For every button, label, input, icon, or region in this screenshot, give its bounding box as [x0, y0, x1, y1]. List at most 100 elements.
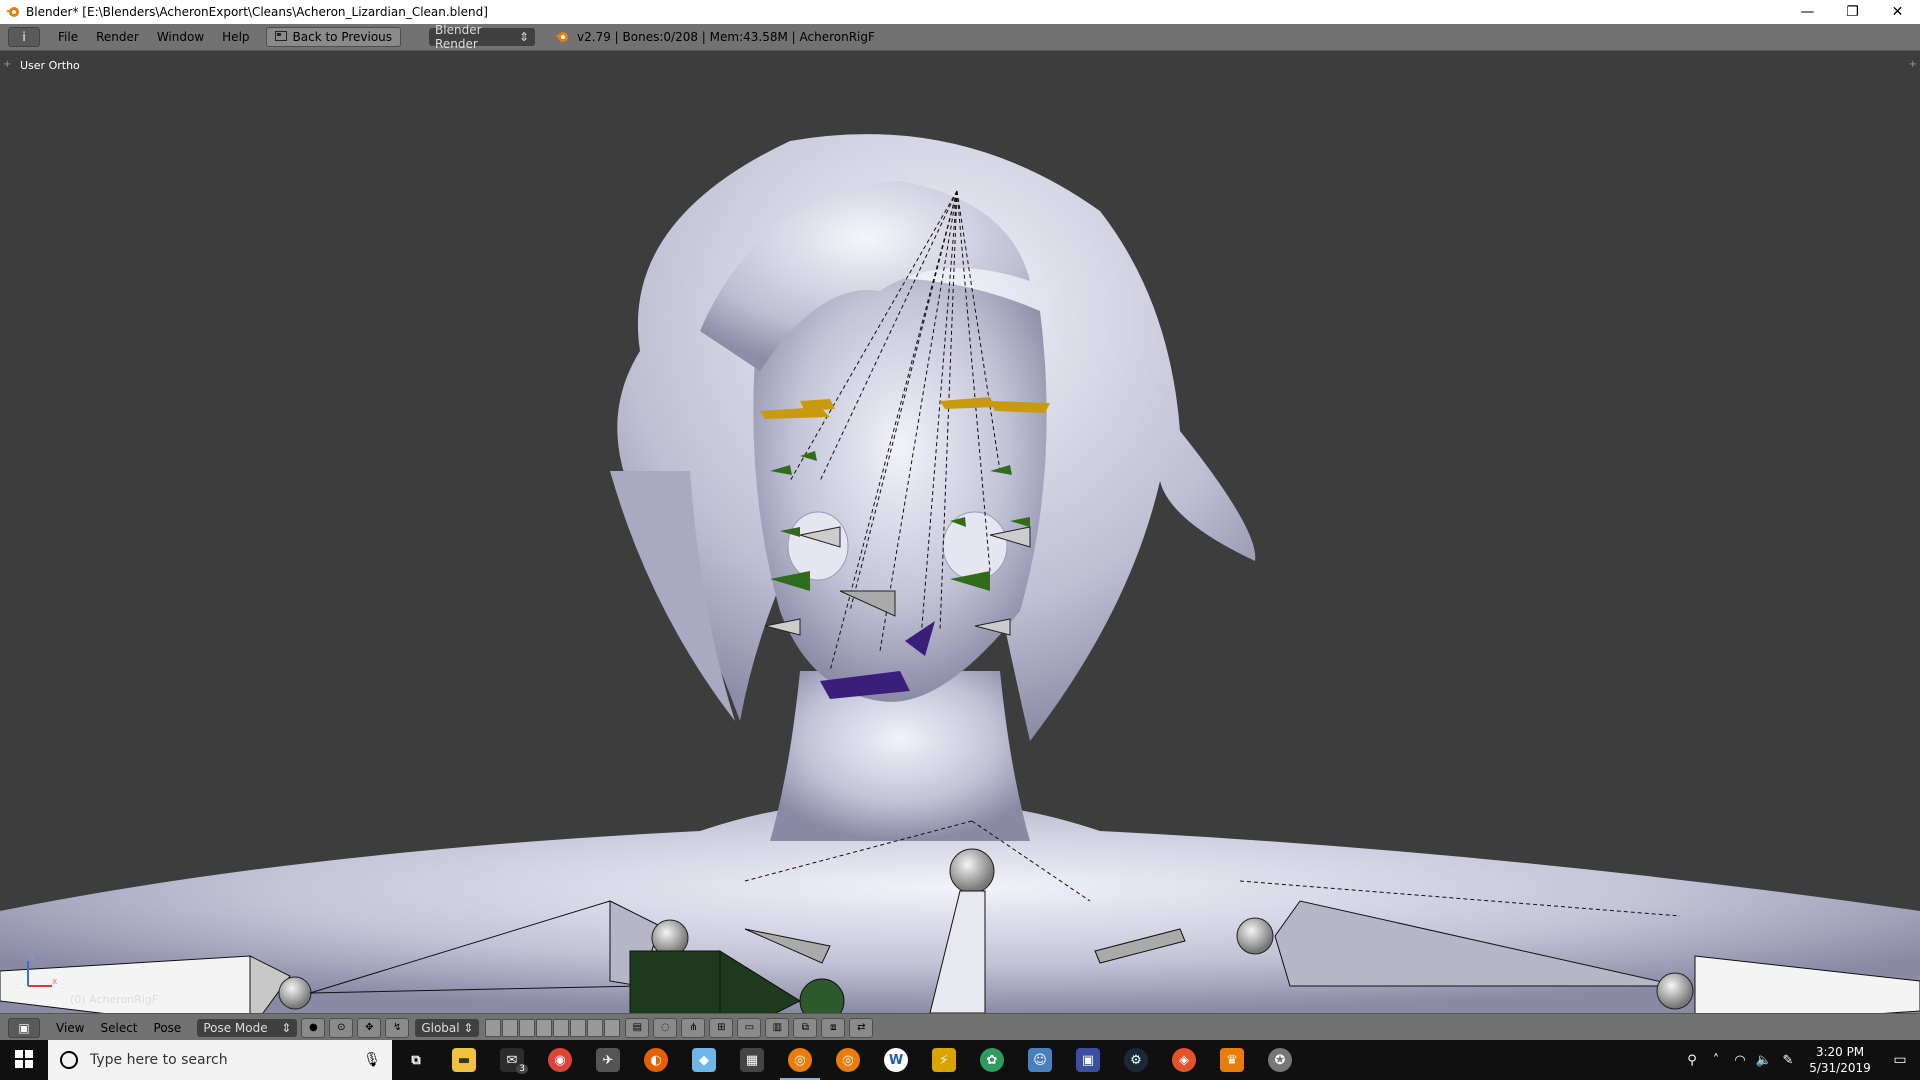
pen-icon[interactable]: ✎	[1776, 1053, 1800, 1068]
taskbar-app-chrome[interactable]: ◉	[536, 1040, 584, 1080]
viewport-shading-button[interactable]: ●	[301, 1017, 326, 1038]
transform-mode-button[interactable]: ↯	[385, 1017, 410, 1038]
calculator-icon: ▦	[740, 1048, 764, 1072]
taskbar-app-calculator[interactable]: ▦	[728, 1040, 776, 1080]
pivot-point-button[interactable]: ⊙	[329, 1017, 354, 1038]
clock-date: 5/31/2019	[1809, 1061, 1871, 1075]
menu-help[interactable]: Help	[222, 30, 249, 44]
taskbar-app-settings[interactable]: ✪	[1256, 1040, 1304, 1080]
show-hidden-icons-chevron-up-icon[interactable]: ˄	[1704, 1053, 1728, 1068]
layer-button[interactable]	[587, 1018, 604, 1037]
proportional-icon: ◌	[660, 1022, 670, 1033]
action-center-icon[interactable]: ▭	[1880, 1052, 1920, 1068]
taskbar-app-calendar[interactable]: ▣	[1064, 1040, 1112, 1080]
axis-z-label: z	[30, 954, 35, 964]
layer-buttons[interactable]	[485, 1018, 621, 1037]
menu-file[interactable]: File	[58, 30, 78, 44]
manipulator-toggle-button[interactable]: ✥	[357, 1017, 382, 1038]
minimize-button[interactable]: —	[1785, 0, 1830, 24]
paint-icon: ◆	[692, 1048, 716, 1072]
proportional-edit-button[interactable]: ◌	[653, 1017, 678, 1038]
taskbar-app-maps[interactable]: ◈	[1160, 1040, 1208, 1080]
wifi-icon[interactable]: ◠	[1728, 1053, 1752, 1068]
region-toggle-left[interactable]: +	[3, 59, 11, 70]
copy-pose-icon: ⧉	[801, 1022, 809, 1033]
clock-time: 3:20 PM	[1815, 1045, 1865, 1059]
taskbar-app-task-view[interactable]: ⧉	[392, 1040, 440, 1080]
3d-viewport[interactable]: z x User Ortho (0) AcheronRigF + +	[0, 51, 1920, 1013]
taskbar-app-file-explorer[interactable]: ▬	[440, 1040, 488, 1080]
render-animation-button[interactable]: ▥	[765, 1017, 790, 1038]
camera-icon: ▭	[744, 1022, 755, 1033]
window-title: Blender* [E:\Blenders\AcheronExport\Clea…	[26, 5, 488, 19]
settings-app-icon: ✪	[1268, 1048, 1292, 1072]
mode-select[interactable]: Pose Mode ⇕	[197, 1018, 298, 1037]
paste-pose-button[interactable]: ⧈	[821, 1017, 846, 1038]
snap-element-button[interactable]: ⊞	[709, 1017, 734, 1038]
taskbar-app-mail[interactable]: ✉ 3	[488, 1040, 536, 1080]
lock-icon: ▤	[632, 1022, 643, 1033]
volume-icon[interactable]: 🔈	[1752, 1053, 1776, 1068]
paste-flipped-icon: ⇄	[857, 1022, 866, 1033]
lock-layers-button[interactable]: ▤	[625, 1017, 650, 1038]
menu-window[interactable]: Window	[157, 30, 204, 44]
paste-flipped-pose-button[interactable]: ⇄	[849, 1017, 874, 1038]
render-engine-select[interactable]: Blender Render ⇕	[429, 23, 536, 51]
back-to-previous-button[interactable]: Back to Previous	[265, 27, 402, 47]
taskbar-app-firefox[interactable]: ◐	[632, 1040, 680, 1080]
copy-pose-button[interactable]: ⧉	[793, 1017, 818, 1038]
region-toggle-right[interactable]: +	[1909, 59, 1917, 70]
menu-select[interactable]: Select	[100, 1021, 137, 1035]
editor-type-button[interactable]: i	[8, 27, 40, 47]
taskbar-app-green[interactable]: ✿	[968, 1040, 1016, 1080]
taskbar-app-crown[interactable]: ♛	[1208, 1040, 1256, 1080]
taskbar-app-blender[interactable]: ◎	[776, 1040, 824, 1080]
layer-button[interactable]	[553, 1018, 570, 1037]
transform-orientation-select[interactable]: Global ⇕	[415, 1018, 480, 1037]
taskbar-app-discord[interactable]: ☺	[1016, 1040, 1064, 1080]
view-name-label: User Ortho	[20, 59, 80, 72]
menu-view[interactable]: View	[56, 1021, 84, 1035]
firefox-icon: ◐	[644, 1048, 668, 1072]
people-icon[interactable]: ⚲	[1680, 1053, 1704, 1068]
menu-render[interactable]: Render	[96, 30, 139, 44]
close-button[interactable]: ✕	[1875, 0, 1920, 24]
taskbar-app-generic[interactable]: ✈	[584, 1040, 632, 1080]
orientation-label: Global	[421, 1020, 460, 1035]
view-editor-type-button[interactable]: ▣	[8, 1017, 40, 1038]
viewport-scene[interactable]: z x	[0, 51, 1920, 1013]
layer-button[interactable]	[485, 1018, 502, 1037]
taskbar-app-steam[interactable]: ⚙	[1112, 1040, 1160, 1080]
manipulator-icon: ✥	[365, 1022, 374, 1033]
cortana-icon	[60, 1051, 78, 1069]
blender-alt-icon: ◎	[836, 1048, 860, 1072]
start-button[interactable]	[0, 1040, 48, 1080]
app-icon-generic: ✈	[596, 1048, 620, 1072]
taskbar-search[interactable]: Type here to search 🎙	[48, 1040, 392, 1080]
taskbar-app-word[interactable]: W	[872, 1040, 920, 1080]
taskbar-app-lightning[interactable]: ⚡	[920, 1040, 968, 1080]
layer-button[interactable]	[502, 1018, 519, 1037]
windows-logo-icon	[15, 1049, 33, 1071]
magnet-icon: ⋔	[689, 1022, 698, 1033]
paste-pose-icon: ⧈	[830, 1022, 837, 1033]
window-titlebar: Blender* [E:\Blenders\AcheronExport\Clea…	[0, 0, 1920, 24]
taskbar-app-blender-alt[interactable]: ◎	[824, 1040, 872, 1080]
layer-button[interactable]	[519, 1018, 536, 1037]
menu-pose[interactable]: Pose	[154, 1021, 182, 1035]
green-app-icon: ✿	[980, 1048, 1004, 1072]
clock[interactable]: 3:20 PM 5/31/2019	[1800, 1044, 1880, 1076]
screen-back-icon	[274, 30, 287, 44]
layer-button[interactable]	[570, 1018, 587, 1037]
chrome-icon: ◉	[548, 1048, 572, 1072]
microphone-icon[interactable]: 🎙	[362, 1052, 382, 1068]
pivot-icon: ⊙	[337, 1022, 346, 1033]
mode-label: Pose Mode	[203, 1020, 268, 1035]
layer-button[interactable]	[604, 1018, 621, 1037]
taskbar-app-paint[interactable]: ◆	[680, 1040, 728, 1080]
snap-button[interactable]: ⋔	[681, 1017, 706, 1038]
render-button[interactable]: ▭	[737, 1017, 762, 1038]
maximize-button[interactable]: ❐	[1830, 0, 1875, 24]
updown-arrows-icon: ⇕	[463, 1020, 474, 1035]
layer-button[interactable]	[536, 1018, 553, 1037]
